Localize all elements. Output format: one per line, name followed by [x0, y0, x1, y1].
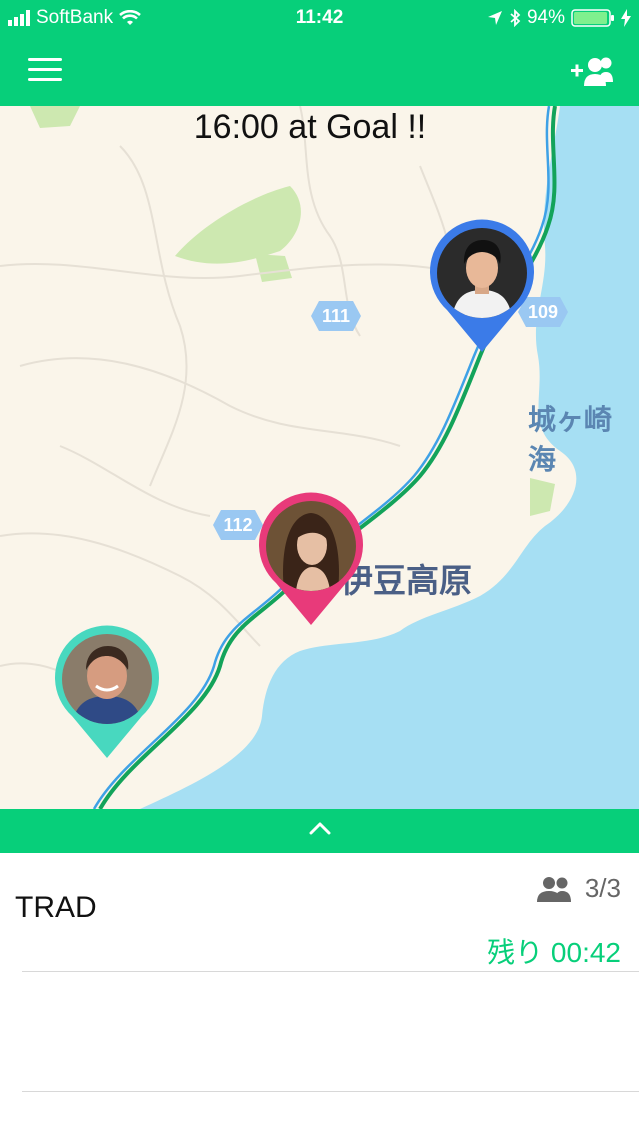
add-member-button[interactable] — [569, 54, 617, 90]
remaining-label: 残り — [487, 937, 544, 968]
divider — [22, 971, 639, 972]
member-pin-2[interactable] — [256, 491, 366, 626]
add-group-member-icon — [571, 57, 613, 86]
members-count: 3/3 — [584, 873, 621, 903]
member-avatar — [437, 228, 527, 318]
status-right: 94% — [487, 7, 631, 29]
location-arrow-icon — [487, 11, 502, 25]
bluetooth-icon — [510, 9, 521, 27]
menu-button[interactable] — [28, 58, 62, 84]
park-area — [530, 478, 555, 516]
member-avatar — [62, 634, 152, 724]
place-label-jogasaki: 城ヶ崎海 — [528, 403, 613, 476]
members-count-group: 3/3 — [535, 873, 621, 904]
trip-name: TRAD — [15, 891, 97, 924]
remaining-time: 残り 00:42 — [487, 931, 621, 971]
top-nav-bar — [0, 36, 639, 106]
member-avatar — [266, 501, 356, 591]
member-pin-1[interactable] — [427, 218, 537, 353]
hamburger-menu-icon — [28, 58, 62, 61]
route-badge-111: 111 — [311, 301, 361, 331]
minor-roads — [0, 106, 471, 707]
chevron-up-icon — [309, 822, 331, 835]
member-pin-3[interactable] — [52, 624, 162, 759]
battery-percent: 94% — [526, 7, 565, 28]
remaining-value: 00:42 — [550, 937, 621, 968]
drawer-toggle-bar[interactable] — [0, 809, 639, 853]
map-view[interactable]: 111 109 112 城ヶ崎海 伊豆高原 16:00 at Goal !! — [0, 106, 639, 809]
divider — [22, 1091, 639, 1092]
park-area — [255, 254, 292, 282]
group-icon — [536, 876, 571, 902]
charging-bolt-icon — [621, 9, 631, 27]
trip-panel: TRAD 3/3 残り 00:42 — [0, 853, 639, 1136]
park-area — [175, 186, 301, 264]
goal-banner: 16:00 at Goal !! — [193, 108, 427, 146]
status-bar: SoftBank 11:42 94% — [0, 0, 639, 36]
battery-icon — [571, 9, 614, 27]
